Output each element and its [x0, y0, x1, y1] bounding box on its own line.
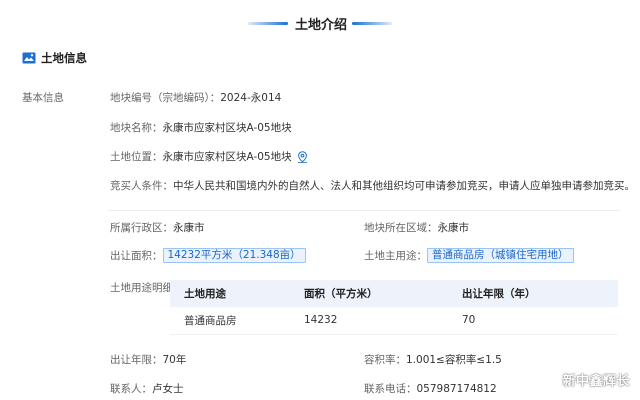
main-use-field: 土地主用途： 普通商品房（城镇住宅用地）: [364, 248, 574, 263]
table-header-cell: 出让年限（年）: [448, 280, 618, 307]
bidder-conditions-value: 中华人民共和国境内外的自然人、法人和其他组织均可申请参加竞买，申请人应单独申请参…: [173, 180, 635, 192]
watermark: 新中鑫辉长: [542, 370, 630, 389]
plot-ratio-label: 容积率：: [364, 354, 406, 366]
parcel-name-label: 地块名称：: [110, 122, 163, 134]
section-divider: [108, 210, 620, 211]
map-icon: [22, 52, 36, 64]
bidder-conditions-field: 竞买人条件： 中华人民共和国境内外的自然人、法人和其他组织均可申请参加竞买，申请…: [110, 178, 635, 193]
admin-region-label: 所属行政区：: [110, 222, 173, 234]
transfer-area-tag: 14232平方米（21.348亩）: [162, 248, 306, 263]
contact-value: 卢女士: [152, 383, 184, 395]
page-title-row: 土地介绍: [0, 14, 640, 33]
table-header-cell: 面积（平方米）: [290, 280, 448, 307]
plot-ratio-field: 容积率： 1.001≤容积率≤1.5: [364, 352, 502, 367]
table-cell: 14232: [290, 307, 448, 335]
main-use-tag: 普通商品房（城镇住宅用地）: [427, 248, 574, 263]
parcel-location-field: 土地位置： 永康市应家村区块A-05地块: [110, 149, 308, 164]
contact-label: 联系人：: [110, 383, 152, 395]
parcel-location-value: 永康市应家村区块A-05地块: [162, 151, 292, 163]
parcel-number-label: 地块编号（宗地编码）：: [110, 92, 221, 104]
table-cell: 普通商品房: [170, 307, 290, 335]
plot-ratio-value: 1.001≤容积率≤1.5: [406, 354, 502, 366]
page-title: 土地介绍: [294, 18, 347, 33]
transfer-term-value: 70年: [162, 354, 187, 366]
title-decoration-right: [352, 22, 392, 25]
parcel-area-region-label: 地块所在区域：: [364, 222, 438, 234]
phone-field: 联系电话： 057987174812: [364, 381, 497, 396]
bidder-conditions-label: 竞买人条件：: [110, 180, 173, 192]
parcel-number-field: 地块编号（宗地编码）： 2024-永014: [110, 90, 281, 105]
watermark-logo-icon: [543, 372, 558, 387]
contact-field: 联系人： 卢女士: [110, 381, 184, 396]
section-header: 土地信息: [22, 50, 87, 66]
watermark-text: 新中鑫辉长: [562, 374, 630, 389]
phone-value: 057987174812: [416, 382, 497, 395]
transfer-area-label: 出让面积：: [110, 250, 163, 262]
location-pin-icon[interactable]: [297, 150, 308, 163]
parcel-location-label: 土地位置：: [110, 151, 163, 163]
table-row: 普通商品房 14232 70: [170, 307, 618, 335]
parcel-name-field: 地块名称： 永康市应家村区块A-05地块: [110, 120, 292, 135]
section-title: 土地信息: [41, 51, 87, 65]
table-header-row: 土地用途 面积（平方米） 出让年限（年）: [170, 280, 618, 307]
transfer-term-field: 出让年限： 70年: [110, 352, 186, 367]
transfer-area-field: 出让面积： 14232平方米（21.348亩）: [110, 248, 306, 263]
admin-region-field: 所属行政区： 永康市: [110, 220, 205, 235]
parcel-number-value: 2024-永014: [220, 92, 282, 104]
parcel-area-region-field: 地块所在区域： 永康市: [364, 220, 469, 235]
transfer-term-label: 出让年限：: [110, 354, 163, 366]
table-cell: 70: [448, 307, 618, 335]
phone-label: 联系电话：: [364, 383, 417, 395]
parcel-area-region-value: 永康市: [437, 222, 470, 234]
main-use-label: 土地主用途：: [364, 250, 427, 262]
title-decoration-left: [248, 22, 288, 25]
basic-info-label: 基本信息: [22, 92, 64, 104]
table-header-cell: 土地用途: [170, 280, 290, 307]
usage-table: 土地用途 面积（平方米） 出让年限（年） 普通商品房 14232 70: [170, 280, 618, 335]
parcel-name-value: 永康市应家村区块A-05地块: [162, 122, 292, 134]
admin-region-value: 永康市: [173, 222, 205, 234]
